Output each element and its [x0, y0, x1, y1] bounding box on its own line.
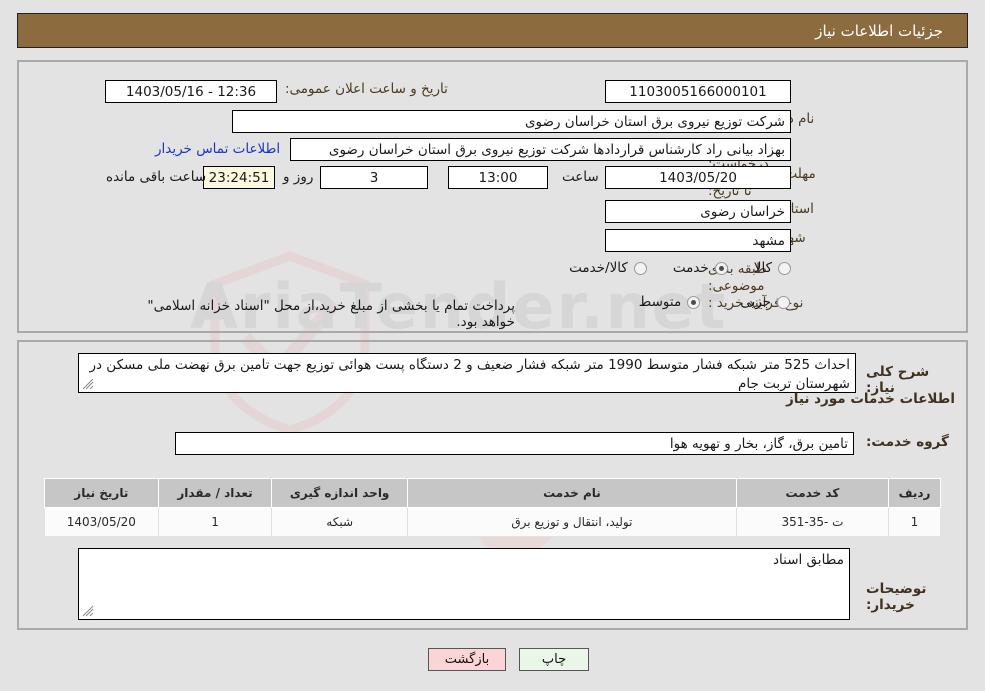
classification-option-0[interactable]: کالا: [754, 260, 791, 276]
page-title: جزئیات اطلاعات نیاز: [17, 13, 968, 48]
process-option-1[interactable]: متوسط: [638, 294, 701, 310]
page-title-text: جزئیات اطلاعات نیاز: [815, 21, 943, 40]
deadline-date-field[interactable]: 1403/05/20: [605, 166, 791, 189]
classification-option-1-label: خدمت: [672, 260, 709, 276]
cell-quantity: 1: [157, 507, 273, 537]
remaining-days-field[interactable]: 3: [320, 166, 428, 189]
need-number-field[interactable]: 1103005166000101: [605, 80, 791, 103]
table-header-row: ردیف کد خدمت نام خدمت واحد اندازه گیری ت…: [44, 478, 941, 508]
service-group-field[interactable]: تامین برق، گاز، بخار و تهویه هوا: [175, 432, 854, 455]
services-table: ردیف کد خدمت نام خدمت واحد اندازه گیری ت…: [44, 478, 941, 537]
buyer-org-field[interactable]: شرکت توزیع نیروی برق استان خراسان رضوی: [232, 110, 791, 133]
resize-grip-icon[interactable]: [82, 378, 94, 390]
classification-option-2-label: کالا/خدمت: [569, 260, 628, 276]
deadline-hour-label: ساعت: [562, 169, 599, 185]
description-textarea[interactable]: احداث 525 متر شبکه فشار متوسط 1990 متر ش…: [78, 353, 856, 393]
process-option-1-label: متوسط: [638, 294, 682, 310]
radio-icon[interactable]: [778, 261, 791, 275]
city-field[interactable]: مشهد: [605, 229, 791, 252]
buyer-notes-text: مطابق اسناد: [773, 552, 844, 568]
classification-option-2[interactable]: کالا/خدمت: [569, 260, 647, 276]
services-section-heading: اطلاعات خدمات مورد نیاز: [786, 391, 956, 407]
col-service-code: کد خدمت: [735, 478, 890, 508]
cell-need-date: 1403/05/20: [44, 507, 159, 537]
creator-field[interactable]: بهزاد بیانی راد کارشناس قراردادها شرکت ت…: [290, 138, 791, 161]
description-text: احداث 525 متر شبکه فشار متوسط 1990 متر ش…: [89, 357, 850, 392]
radio-icon[interactable]: [687, 295, 701, 309]
radio-icon[interactable]: [714, 261, 728, 275]
remaining-days-label: روز و: [283, 169, 314, 185]
print-button[interactable]: چاپ: [519, 648, 589, 671]
table-row: 1 ت -35-351 تولید، انتقال و توزیع برق شب…: [44, 507, 941, 537]
announce-datetime-label-wrap: تاریخ و ساعت اعلان عمومی:: [285, 81, 448, 98]
col-quantity: تعداد / مقدار: [157, 478, 273, 508]
classification-option-0-label: کالا: [753, 260, 772, 276]
col-row-no: ردیف: [888, 478, 941, 508]
cell-unit: شبکه: [271, 507, 408, 537]
service-group-label: گروه خدمت:: [866, 434, 949, 450]
classification-option-1[interactable]: خدمت: [673, 260, 728, 276]
process-option-0-label: جزیی: [740, 294, 771, 310]
remaining-hours-label: ساعت باقی مانده: [106, 169, 207, 185]
radio-icon[interactable]: [633, 261, 647, 275]
countdown-field[interactable]: 23:24:51: [203, 166, 275, 189]
buyer-contact-link[interactable]: اطلاعات تماس خریدار: [155, 141, 280, 157]
col-service-name: نام خدمت: [406, 478, 737, 508]
announce-datetime-label: تاریخ و ساعت اعلان عمومی:: [285, 81, 448, 97]
back-button[interactable]: بازگشت: [428, 648, 506, 671]
cell-row-no: 1: [888, 507, 941, 537]
buyer-notes-label: توضیحات خریدار:: [866, 581, 927, 613]
radio-icon[interactable]: [777, 295, 790, 309]
process-option-0[interactable]: جزیی: [740, 294, 790, 310]
deadline-time-field[interactable]: 13:00: [448, 166, 548, 189]
cell-service-code: ت -35-351: [735, 507, 890, 537]
process-note: پرداخت تمام یا بخشی از مبلغ خرید،از محل …: [147, 298, 515, 330]
cell-service-name: تولید، انتقال و توزیع برق: [406, 507, 737, 537]
buyer-notes-textarea[interactable]: مطابق اسناد: [78, 548, 850, 620]
province-field[interactable]: خراسان رضوی: [605, 200, 791, 223]
col-need-date: تاریخ نیاز: [44, 478, 159, 508]
need-details-page: AriaTender.net جزئیات اطلاعات نیاز شماره…: [0, 0, 985, 691]
announce-datetime-field[interactable]: 12:36 - 1403/05/16: [105, 80, 277, 103]
col-unit: واحد اندازه گیری: [271, 478, 408, 508]
classification-radio-group: کالا خدمت کالا/خدمت: [536, 260, 791, 276]
resize-grip-icon[interactable]: [82, 605, 94, 617]
process-radio-group: جزیی متوسط: [550, 294, 790, 310]
